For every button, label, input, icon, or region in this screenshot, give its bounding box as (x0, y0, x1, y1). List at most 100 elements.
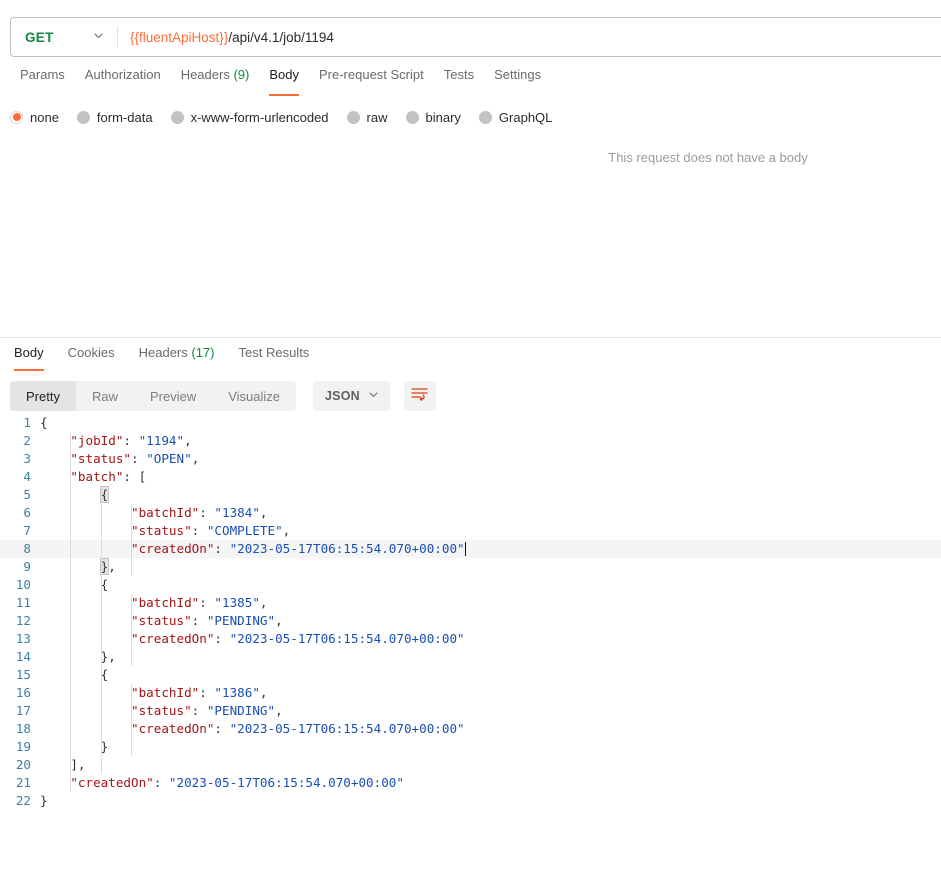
tab-settings[interactable]: Settings (484, 66, 551, 94)
wrap-lines-button[interactable] (404, 381, 436, 411)
code-text: "createdOn": "2023-05-17T06:15:54.070+00… (40, 774, 404, 792)
code-line[interactable]: 7 "status": "COMPLETE", (0, 522, 941, 540)
response-tab-bar: Body Cookies Headers (17) Test Results (0, 344, 941, 372)
indent-guide (70, 432, 71, 792)
line-number: 17 (0, 702, 40, 720)
code-text: "createdOn": "2023-05-17T06:15:54.070+00… (40, 630, 465, 648)
response-tab-cookies[interactable]: Cookies (56, 344, 127, 370)
response-format-dropdown[interactable]: JSON (313, 381, 390, 411)
url-input[interactable]: {{fluentApiHost}}/api/v4.1/job/1194 (118, 18, 941, 56)
indent-guide (131, 504, 132, 576)
line-number: 11 (0, 594, 40, 612)
line-number: 1 (0, 414, 40, 432)
code-line[interactable]: 21 "createdOn": "2023-05-17T06:15:54.070… (0, 774, 941, 792)
line-number: 15 (0, 666, 40, 684)
line-number: 18 (0, 720, 40, 738)
http-method-dropdown[interactable]: GET (11, 18, 117, 56)
code-line[interactable]: 2 "jobId": "1194", (0, 432, 941, 450)
line-number: 7 (0, 522, 40, 540)
code-line[interactable]: 10 { (0, 576, 941, 594)
body-type-form-data[interactable]: form-data (77, 110, 153, 125)
code-line[interactable]: 12 "status": "PENDING", (0, 612, 941, 630)
code-line[interactable]: 6 "batchId": "1384", (0, 504, 941, 522)
code-text: "createdOn": "2023-05-17T06:15:54.070+00… (40, 540, 466, 558)
radio-unselected-icon (347, 111, 360, 124)
tab-headers[interactable]: Headers (9) (171, 66, 260, 94)
tab-label: Params (20, 67, 65, 82)
tab-params[interactable]: Params (10, 66, 75, 94)
text-cursor (465, 542, 466, 556)
code-text: { (40, 486, 108, 504)
tab-pre-request-script[interactable]: Pre-request Script (309, 66, 434, 94)
code-text: "status": "PENDING", (40, 612, 283, 630)
response-tab-test-results[interactable]: Test Results (227, 344, 322, 370)
line-number: 16 (0, 684, 40, 702)
tab-body[interactable]: Body (259, 66, 309, 94)
code-line[interactable]: 3 "status": "OPEN", (0, 450, 941, 468)
tab-authorization[interactable]: Authorization (75, 66, 171, 94)
tab-label: Pre-request Script (319, 67, 424, 82)
body-type-graphql[interactable]: GraphQL (479, 110, 552, 125)
line-number: 10 (0, 576, 40, 594)
radio-selected-icon (10, 111, 23, 124)
response-tab-body[interactable]: Body (2, 344, 56, 370)
code-text: { (40, 414, 48, 432)
code-line[interactable]: 13 "createdOn": "2023-05-17T06:15:54.070… (0, 630, 941, 648)
code-line[interactable]: 14 }, (0, 648, 941, 666)
code-line[interactable]: 20 ], (0, 756, 941, 774)
code-text: } (40, 792, 48, 810)
code-text: ], (40, 756, 86, 774)
line-number: 4 (0, 468, 40, 486)
view-mode-raw[interactable]: Raw (76, 381, 134, 411)
code-line[interactable]: 9 }, (0, 558, 941, 576)
line-number: 19 (0, 738, 40, 756)
response-tab-headers[interactable]: Headers (17) (127, 344, 227, 370)
response-format-toolbar: Pretty Raw Preview Visualize JSON (10, 381, 436, 411)
url-bar: GET {{fluentApiHost}}/api/v4.1/job/1194 (10, 17, 941, 57)
view-mode-label: Visualize (228, 389, 280, 404)
line-number: 22 (0, 792, 40, 810)
url-variable: {{fluentApiHost}} (130, 30, 228, 45)
line-number: 2 (0, 432, 40, 450)
indent-guide (131, 594, 132, 666)
view-mode-preview[interactable]: Preview (134, 381, 212, 411)
code-line[interactable]: 19 } (0, 738, 941, 756)
code-text: }, (40, 648, 116, 666)
view-mode-pretty[interactable]: Pretty (10, 381, 76, 411)
radio-unselected-icon (171, 111, 184, 124)
body-type-label: x-www-form-urlencoded (191, 110, 329, 125)
code-line[interactable]: 4 "batch": [ (0, 468, 941, 486)
code-text: "batchId": "1384", (40, 504, 268, 522)
line-number: 20 (0, 756, 40, 774)
code-line[interactable]: 1{ (0, 414, 941, 432)
code-line[interactable]: 16 "batchId": "1386", (0, 684, 941, 702)
view-mode-visualize[interactable]: Visualize (212, 381, 296, 411)
response-body-code-viewer[interactable]: 1{2 "jobId": "1194",3 "status": "OPEN",4… (0, 414, 941, 834)
tab-label: Settings (494, 67, 541, 82)
body-type-label: GraphQL (499, 110, 552, 125)
code-line[interactable]: 22} (0, 792, 941, 810)
tab-label: Body (14, 345, 44, 360)
empty-body-message: This request does not have a body (0, 150, 941, 165)
body-type-x-www-form-urlencoded[interactable]: x-www-form-urlencoded (171, 110, 329, 125)
line-number: 13 (0, 630, 40, 648)
code-text: "batchId": "1385", (40, 594, 268, 612)
code-text: "createdOn": "2023-05-17T06:15:54.070+00… (40, 720, 465, 738)
code-line[interactable]: 5 { (0, 486, 941, 504)
response-headers-count: (17) (191, 345, 214, 360)
code-line[interactable]: 11 "batchId": "1385", (0, 594, 941, 612)
pane-divider[interactable] (0, 337, 941, 338)
code-line[interactable]: 17 "status": "PENDING", (0, 702, 941, 720)
code-line[interactable]: 8 "createdOn": "2023-05-17T06:15:54.070+… (0, 540, 941, 558)
code-text: "jobId": "1194", (40, 432, 192, 450)
body-type-raw[interactable]: raw (347, 110, 388, 125)
body-type-binary[interactable]: binary (406, 110, 461, 125)
request-tab-bar: Params Authorization Headers (9) Body Pr… (0, 66, 941, 96)
code-text: { (40, 576, 108, 594)
body-type-none[interactable]: none (10, 110, 59, 125)
tab-tests[interactable]: Tests (434, 66, 484, 94)
radio-unselected-icon (406, 111, 419, 124)
line-number: 8 (0, 540, 40, 558)
code-line[interactable]: 18 "createdOn": "2023-05-17T06:15:54.070… (0, 720, 941, 738)
code-line[interactable]: 15 { (0, 666, 941, 684)
